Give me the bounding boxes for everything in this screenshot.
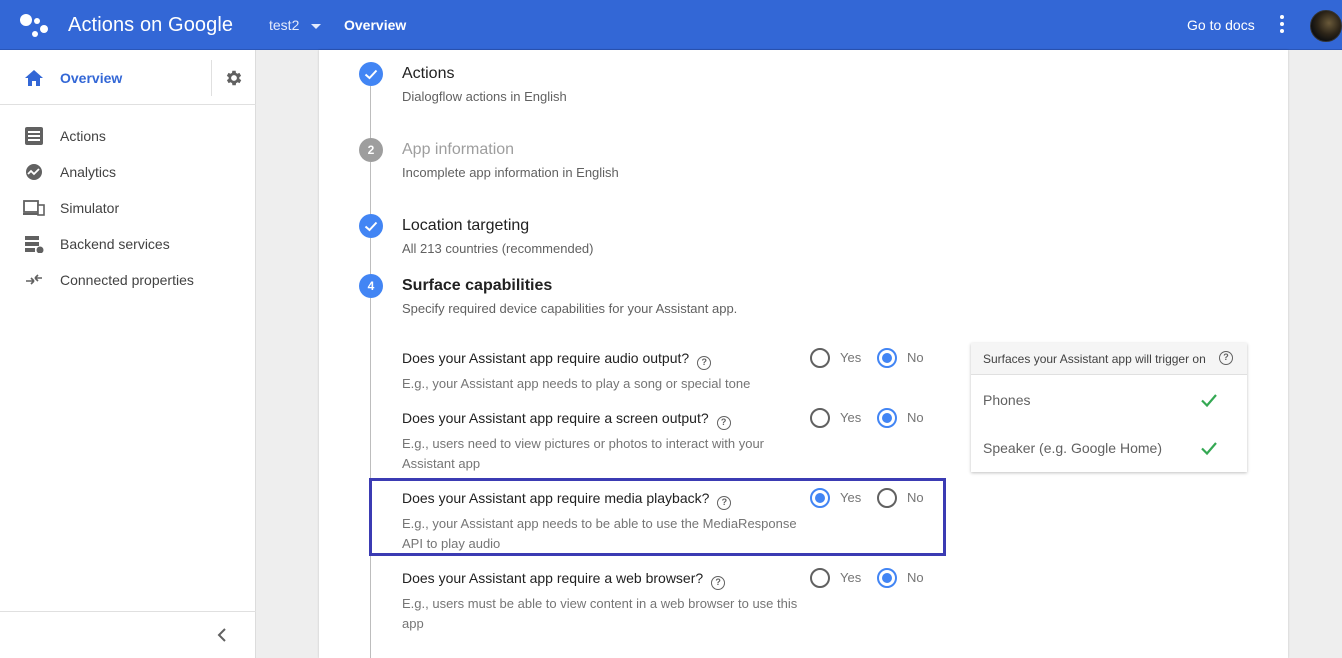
sidebar-footer [0,611,256,658]
question-text: Does your Assistant app require audio ou… [402,350,690,366]
audio-output-no-radio[interactable] [877,348,897,368]
breadcrumb: Overview [344,17,407,33]
question-description: E.g., your Assistant app needs to play a… [402,376,751,391]
sidebar-item-label: Backend services [60,236,170,252]
step-title-actions[interactable]: Actions [402,65,454,83]
sidebar-item-analytics[interactable]: Analytics [0,154,256,190]
audio-output-yes-radio[interactable] [810,348,830,368]
step-subtitle: Incomplete app information in English [402,165,619,180]
analytics-icon [26,164,42,180]
compare-arrows-icon [26,274,42,285]
sidebar-item-label: Actions [60,128,106,144]
sidebar-item-actions[interactable]: Actions [0,118,256,154]
app-title[interactable]: Actions on Google [68,14,233,37]
gear-icon[interactable] [224,68,244,88]
devices-icon [23,200,45,216]
media-playback-yes-radio[interactable] [810,488,830,508]
surfaces-panel-header: Surfaces your Assistant app will trigger… [971,343,1247,375]
radio-label: No [907,350,924,365]
step-number: 2 [359,138,383,162]
step-subtitle: Dialogflow actions in English [402,89,567,104]
help-icon[interactable]: ? [716,416,731,430]
help-icon[interactable]: ? [1219,351,1233,365]
web-browser-yes-radio[interactable] [810,568,830,588]
surfaces-panel: Surfaces your Assistant app will trigger… [971,343,1247,472]
sidebar-item-backend-services[interactable]: Backend services [0,226,256,262]
project-selector[interactable]: test2 [269,17,299,33]
step-title-app-information[interactable]: App information [402,141,514,159]
surface-label: Speaker (e.g. Google Home) [983,440,1162,456]
surface-row-phones: Phones [983,390,1235,414]
step-complete-check-icon [359,214,383,238]
radio-label: Yes [840,350,862,365]
radio-label: No [907,570,924,585]
question-audio-output: Does your Assistant app require audio ou… [402,349,802,394]
avatar[interactable] [1310,10,1342,42]
question-media-playback: Does your Assistant app require media pl… [402,489,802,554]
go-to-docs-link[interactable]: Go to docs [1187,17,1255,33]
step-complete-check-icon [359,62,383,86]
step-number: 4 [359,274,383,298]
setup-card: Actions Dialogflow actions in English 2 … [319,50,1288,658]
radio-label: Yes [840,570,862,585]
help-icon[interactable]: ? [717,496,732,510]
media-playback-radio-group: Yes No [810,488,940,510]
web-browser-radio-group: Yes No [810,568,940,590]
radio-label: Yes [840,410,862,425]
audio-output-radio-group: Yes No [810,348,940,370]
sidebar-item-label: Simulator [60,200,120,216]
step-subtitle: Specify required device capabilities for… [402,301,738,316]
radio-label: No [907,490,924,505]
sidebar: Overview Actions Analytics Simulator Bac… [0,50,256,658]
question-description: E.g., users need to view pictures or pho… [402,436,765,471]
screen-output-radio-group: Yes No [810,408,940,430]
home-icon[interactable] [24,69,44,87]
check-icon [1201,394,1217,408]
step-subtitle: All 213 countries (recommended) [402,241,594,256]
sidebar-item-simulator[interactable]: Simulator [0,190,256,226]
screen-output-yes-radio[interactable] [810,408,830,428]
storage-icon [25,236,44,253]
help-icon[interactable]: ? [711,576,726,590]
app-bar: Actions on Google test2 Overview Go to d… [0,0,1342,50]
radio-label: Yes [840,490,862,505]
step-title-surface-capabilities[interactable]: Surface capabilities [402,277,552,295]
screen-output-no-radio[interactable] [877,408,897,428]
check-icon [1201,442,1217,456]
stepper-line [370,162,371,220]
question-description: E.g., your Assistant app needs to be abl… [402,516,797,551]
surface-label: Phones [983,392,1031,408]
sidebar-header: Overview [0,50,256,105]
step-title-location-targeting[interactable]: Location targeting [402,217,529,235]
question-web-browser: Does your Assistant app require a web br… [402,569,802,634]
web-browser-no-radio[interactable] [877,568,897,588]
list-icon [25,127,43,145]
sidebar-item-connected-properties[interactable]: Connected properties [0,262,256,298]
question-description: E.g., users must be able to view content… [402,596,798,631]
sidebar-item-overview[interactable]: Overview [60,70,122,86]
surfaces-panel-title: Surfaces your Assistant app will trigger… [983,352,1206,366]
divider [211,60,212,96]
chevron-down-icon[interactable] [311,24,321,29]
sidebar-item-label: Analytics [60,164,117,180]
chevron-left-icon[interactable] [212,625,232,645]
radio-label: No [907,410,924,425]
question-text: Does your Assistant app require a web br… [402,570,704,586]
surface-row-speaker: Speaker (e.g. Google Home) [983,438,1235,462]
help-icon[interactable]: ? [697,356,712,370]
assistant-logo-icon[interactable] [20,12,50,38]
question-text: Does your Assistant app require a screen… [402,410,709,426]
question-text: Does your Assistant app require media pl… [402,490,710,506]
media-playback-no-radio[interactable] [877,488,897,508]
question-screen-output: Does your Assistant app require a screen… [402,409,802,474]
more-vert-icon[interactable] [1272,15,1292,37]
stepper-line [370,86,371,144]
sidebar-item-label: Connected properties [60,272,194,288]
